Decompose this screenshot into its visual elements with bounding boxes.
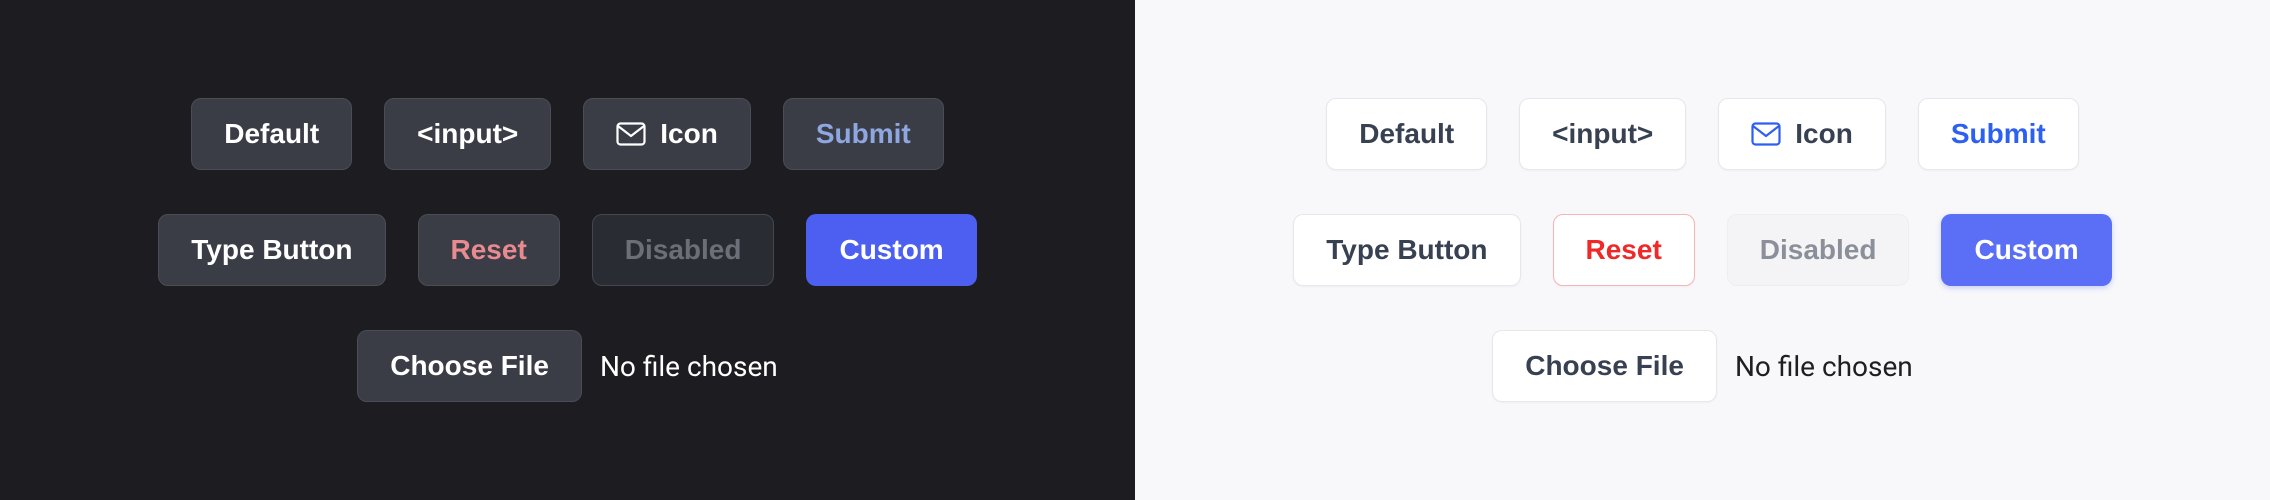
type-button[interactable]: Type Button: [1293, 214, 1520, 286]
reset-button[interactable]: Reset: [418, 214, 560, 286]
file-input-row: Choose File No file chosen: [357, 330, 778, 402]
disabled-button-label: Disabled: [1760, 234, 1877, 266]
choose-file-button-label: Choose File: [1525, 350, 1684, 382]
default-button[interactable]: Default: [191, 98, 352, 170]
submit-button-label: Submit: [816, 118, 911, 150]
disabled-button: Disabled: [592, 214, 775, 286]
disabled-button-label: Disabled: [625, 234, 742, 266]
choose-file-button-label: Choose File: [390, 350, 549, 382]
dark-theme-panel: Default <input> Icon Submit Type Button …: [0, 0, 1135, 500]
reset-button-label: Reset: [1586, 234, 1662, 266]
custom-button[interactable]: Custom: [806, 214, 976, 286]
submit-button[interactable]: Submit: [1918, 98, 2079, 170]
choose-file-button[interactable]: Choose File: [1492, 330, 1717, 402]
input-button[interactable]: <input>: [1519, 98, 1686, 170]
default-button[interactable]: Default: [1326, 98, 1487, 170]
custom-button[interactable]: Custom: [1941, 214, 2111, 286]
type-button-label: Type Button: [1326, 234, 1487, 266]
mail-icon: [1751, 122, 1781, 146]
button-row-1: Default <input> Icon Submit: [1326, 98, 2078, 170]
default-button-label: Default: [1359, 118, 1454, 150]
type-button[interactable]: Type Button: [158, 214, 385, 286]
reset-button[interactable]: Reset: [1553, 214, 1695, 286]
icon-button-label: Icon: [660, 118, 718, 150]
custom-button-label: Custom: [839, 234, 943, 266]
custom-button-label: Custom: [1974, 234, 2078, 266]
submit-button-label: Submit: [1951, 118, 2046, 150]
mail-icon: [616, 122, 646, 146]
icon-button[interactable]: Icon: [1718, 98, 1886, 170]
file-status-text: No file chosen: [600, 350, 778, 383]
input-button-label: <input>: [1552, 118, 1653, 150]
file-status-text: No file chosen: [1735, 350, 1913, 383]
file-input-row: Choose File No file chosen: [1492, 330, 1913, 402]
icon-button[interactable]: Icon: [583, 98, 751, 170]
input-button-label: <input>: [417, 118, 518, 150]
light-theme-panel: Default <input> Icon Submit Type Button …: [1135, 0, 2270, 500]
icon-button-label: Icon: [1795, 118, 1853, 150]
button-row-2: Type Button Reset Disabled Custom: [1293, 214, 2111, 286]
button-row-2: Type Button Reset Disabled Custom: [158, 214, 976, 286]
input-button[interactable]: <input>: [384, 98, 551, 170]
default-button-label: Default: [224, 118, 319, 150]
submit-button[interactable]: Submit: [783, 98, 944, 170]
button-row-1: Default <input> Icon Submit: [191, 98, 943, 170]
reset-button-label: Reset: [451, 234, 527, 266]
choose-file-button[interactable]: Choose File: [357, 330, 582, 402]
disabled-button: Disabled: [1727, 214, 1910, 286]
type-button-label: Type Button: [191, 234, 352, 266]
